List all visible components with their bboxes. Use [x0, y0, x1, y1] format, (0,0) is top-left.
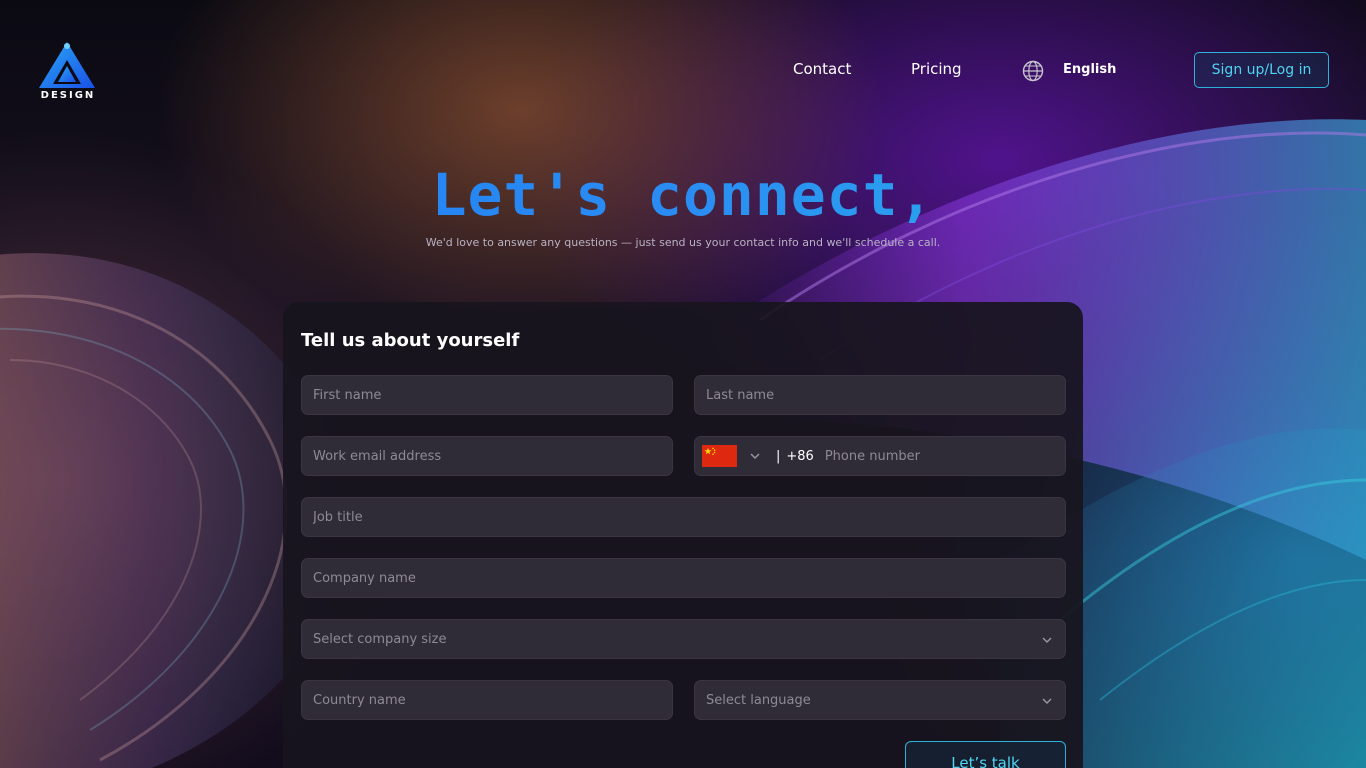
nav-contact-link[interactable]: Contact	[793, 60, 851, 82]
language-selector[interactable]: English	[1063, 62, 1116, 77]
chevron-down-icon	[1042, 637, 1052, 643]
lets-talk-button[interactable]: Let’s talk	[905, 741, 1066, 768]
country-field[interactable]	[301, 680, 673, 720]
phone-country-code: +86	[786, 448, 814, 464]
chevron-down-icon[interactable]	[749, 450, 761, 462]
triangle-logo-icon	[39, 42, 95, 88]
contact-form-card: Tell us about yourself | +86	[283, 302, 1083, 768]
email-field[interactable]	[301, 436, 673, 476]
chevron-down-icon	[1042, 698, 1052, 704]
page-subtitle: We'd love to answer any questions — just…	[425, 236, 941, 249]
job-title-input[interactable]	[313, 509, 1065, 525]
last-name-field[interactable]	[694, 375, 1066, 415]
company-name-input[interactable]	[313, 570, 1065, 586]
company-name-field[interactable]	[301, 558, 1066, 598]
company-size-select[interactable]: Select company size	[301, 619, 1066, 659]
last-name-input[interactable]	[706, 387, 1065, 403]
email-input[interactable]	[313, 448, 672, 464]
nav-pricing-link[interactable]: Pricing	[911, 60, 962, 82]
form-title: Tell us about yourself	[301, 330, 520, 351]
phone-separator: |	[776, 448, 781, 464]
language-select[interactable]: Select language	[694, 680, 1066, 720]
china-flag-icon[interactable]	[702, 445, 737, 467]
flag-stars-icon	[704, 447, 716, 455]
phone-field[interactable]: | +86	[694, 436, 1066, 476]
brand-logo[interactable]: DESIGN	[38, 40, 98, 102]
brand-logo-text: DESIGN	[40, 90, 96, 101]
first-name-input[interactable]	[313, 387, 672, 403]
globe-icon[interactable]	[1022, 60, 1044, 82]
company-size-placeholder: Select company size	[313, 631, 447, 647]
signup-login-button[interactable]: Sign up/Log in	[1194, 52, 1329, 88]
country-input[interactable]	[313, 692, 672, 708]
page-title: Let's connect,	[0, 160, 1366, 230]
job-title-field[interactable]	[301, 497, 1066, 537]
language-placeholder: Select language	[706, 692, 811, 708]
first-name-field[interactable]	[301, 375, 673, 415]
phone-input[interactable]	[824, 448, 1065, 464]
